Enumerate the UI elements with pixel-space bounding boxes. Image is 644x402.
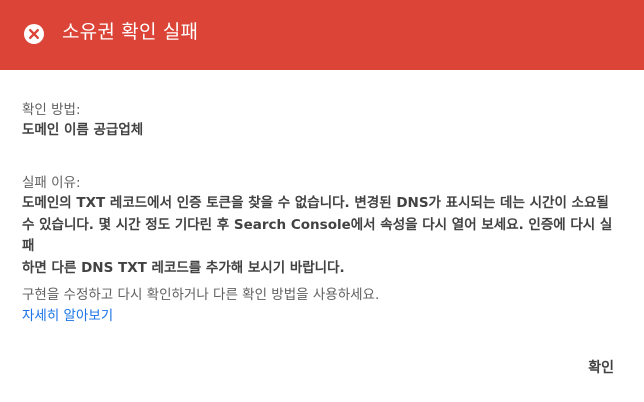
dialog-header: 소유권 확인 실패 <box>0 0 644 70</box>
verification-method-label: 확인 방법: <box>22 102 81 118</box>
verification-method-value: 도메인 이름 공급업체 <box>22 122 144 138</box>
close-circle-icon <box>24 24 44 44</box>
failure-reason-line: 수 있습니다. 몇 시간 정도 기다린 후 Search Console에서 속… <box>22 216 613 255</box>
failure-reason-label: 실패 이유: <box>22 175 81 191</box>
verification-failed-dialog: 소유권 확인 실패 확인 방법: 도메인 이름 공급업체 실패 이유: 도메인의… <box>0 0 644 402</box>
help-section: 구현을 수정하고 다시 확인하거나 다른 확인 방법을 사용하세요. 자세히 알… <box>22 285 622 326</box>
failure-reason-section: 실패 이유: 도메인의 TXT 레코드에서 인증 토큰을 찾을 수 없습니다. … <box>22 173 622 279</box>
failure-reason-line: 도메인의 TXT 레코드에서 인증 토큰을 찾을 수 없습니다. 변경된 DNS… <box>22 195 609 211</box>
dialog-title: 소유권 확인 실패 <box>62 21 199 43</box>
learn-more-link[interactable]: 자세히 알아보기 <box>22 306 113 326</box>
help-text: 구현을 수정하고 다시 확인하거나 다른 확인 방법을 사용하세요. <box>22 287 380 303</box>
failure-reason-line: 하면 다른 DNS TXT 레코드를 추가해 보시기 바랍니다. <box>22 259 345 276</box>
confirm-button[interactable]: 확인 <box>588 355 614 379</box>
verification-method-section: 확인 방법: 도메인 이름 공급업체 <box>22 100 143 140</box>
